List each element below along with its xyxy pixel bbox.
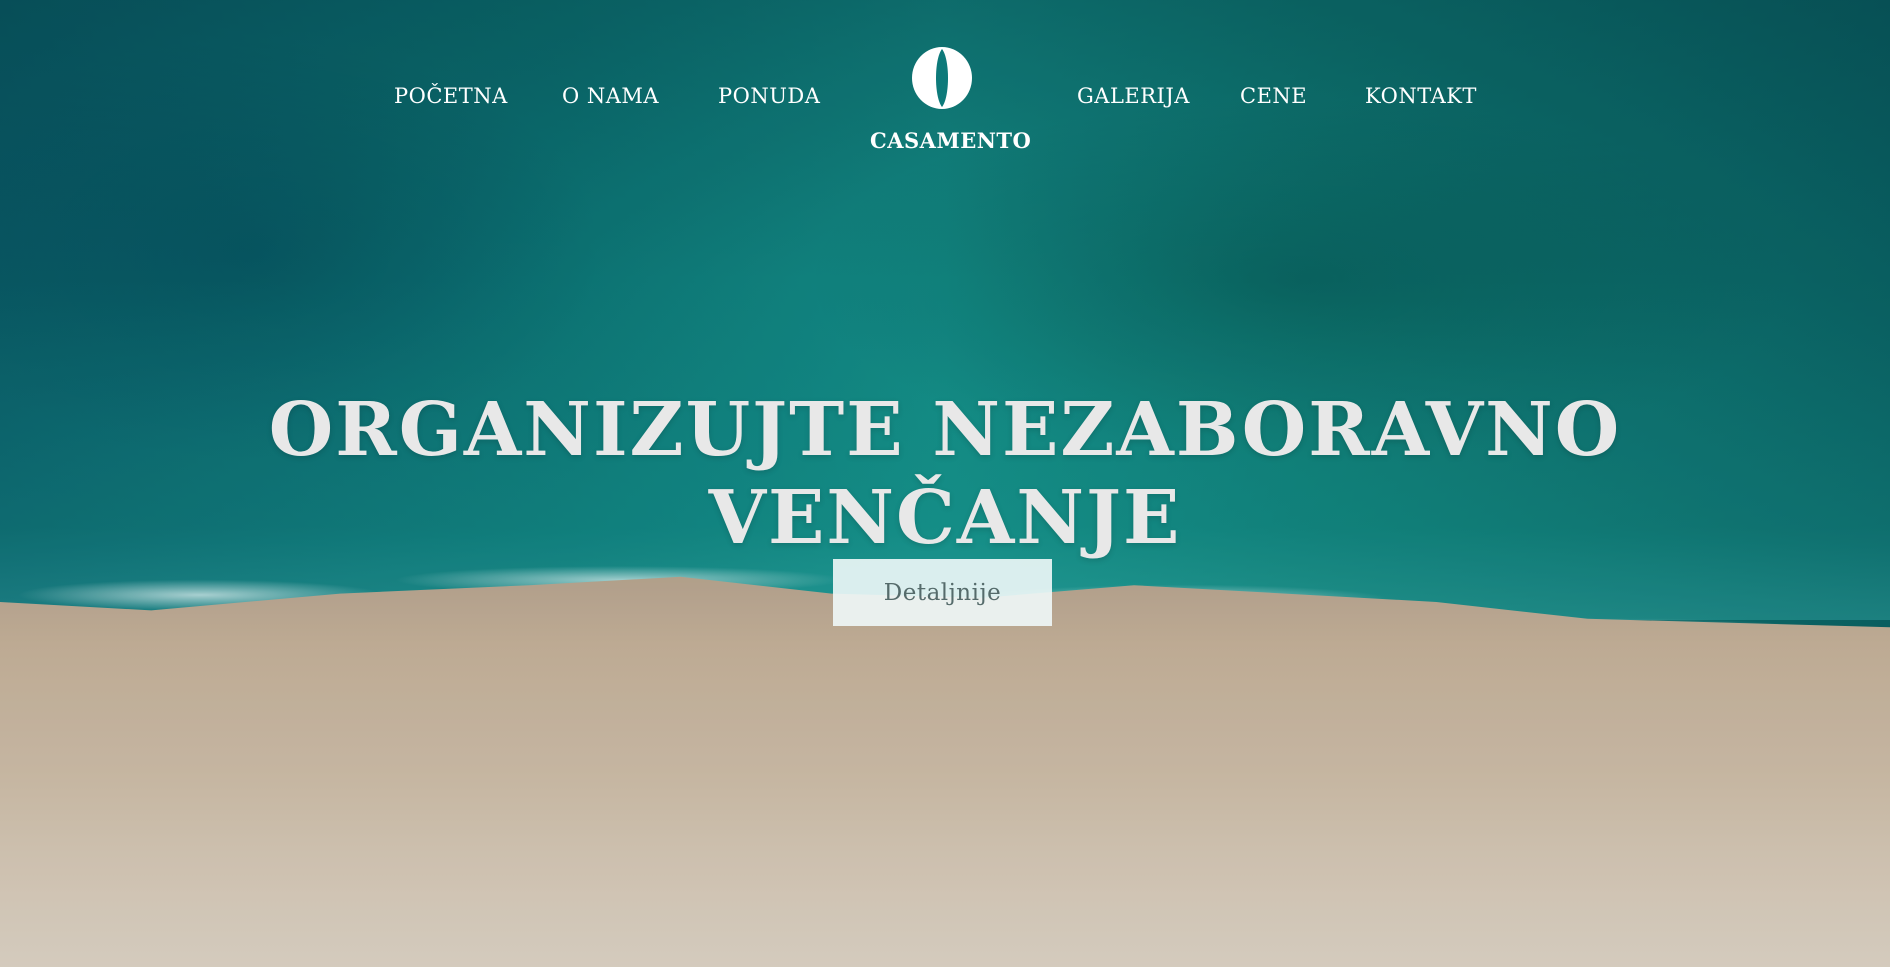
nav-item-o-nama[interactable]: O NAMA — [562, 84, 659, 108]
main-navigation: POČETNA O NAMA PONUDA CASAMENTO GALERIJA… — [0, 0, 1890, 170]
hero-headline: ORGANIZUJTE NEZABORAVNO VENČANJE — [245, 386, 1645, 562]
hero-section: POČETNA O NAMA PONUDA CASAMENTO GALERIJA… — [0, 0, 1890, 967]
site-logo[interactable]: CASAMENTO — [870, 40, 1032, 155]
nav-item-galerija[interactable]: GALERIJA — [1077, 84, 1190, 108]
nav-item-ponuda[interactable]: PONUDA — [718, 84, 820, 108]
logo-text: CASAMENTO — [870, 128, 1032, 153]
hero-headline-line-1: ORGANIZUJTE NEZABORAVNO — [268, 386, 1622, 473]
nav-item-kontakt[interactable]: KONTAKT — [1365, 84, 1477, 108]
nav-item-pocetna[interactable]: POČETNA — [394, 84, 508, 108]
details-button[interactable]: Detaljnije — [833, 559, 1052, 626]
hero-headline-line-2: VENČANJE — [708, 474, 1182, 561]
ring-icon — [912, 47, 972, 109]
nav-item-cene[interactable]: CENE — [1240, 84, 1307, 108]
